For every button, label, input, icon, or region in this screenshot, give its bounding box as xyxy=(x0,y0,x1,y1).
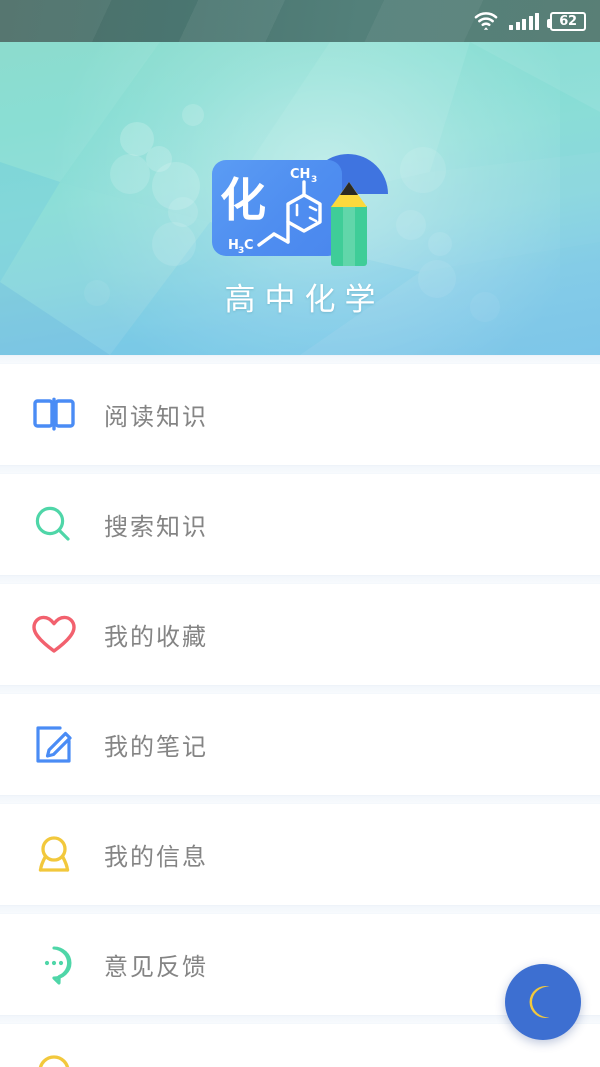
user-icon xyxy=(26,827,82,883)
app-screen: 62 化 CH 3 H 3 C 高中化学 阅读知识 搜索知识 我的收藏 我的笔记… xyxy=(0,0,600,1067)
status-bar: 62 xyxy=(0,0,600,42)
menu-item-label: 我的笔记 xyxy=(104,733,208,761)
svg-text:CH: CH xyxy=(290,167,310,182)
list-divider xyxy=(0,685,600,694)
app-logo: 化 CH 3 H 3 C xyxy=(212,154,388,266)
menu-list: 阅读知识 搜索知识 我的收藏 我的笔记 我的信息 意见反馈 xyxy=(0,355,600,1067)
heart-icon xyxy=(26,607,82,663)
menu-item-label: 我的收藏 xyxy=(104,623,208,651)
menu-item-search-knowledge[interactable]: 搜索知识 xyxy=(0,474,600,575)
menu-item-label: 搜索知识 xyxy=(104,513,208,541)
list-divider xyxy=(0,795,600,804)
night-mode-button[interactable] xyxy=(505,964,581,1040)
menu-item-my-favorites[interactable]: 我的收藏 xyxy=(0,584,600,685)
logo-pencil xyxy=(331,166,367,266)
menu-item-label: 阅读知识 xyxy=(104,403,208,431)
logo-char: 化 xyxy=(220,173,266,227)
menu-item-my-notes[interactable]: 我的笔记 xyxy=(0,694,600,795)
chat-icon xyxy=(26,937,82,993)
header-banner: 化 CH 3 H 3 C 高中化学 xyxy=(0,42,600,355)
menu-item-my-information[interactable]: 我的信息 xyxy=(0,804,600,905)
list-divider xyxy=(0,575,600,584)
wifi-icon xyxy=(474,12,498,30)
list-divider xyxy=(0,905,600,914)
logo-chemistry-graphic: 化 CH 3 H 3 C xyxy=(220,167,322,256)
menu-item-partial[interactable] xyxy=(0,1024,600,1067)
page-title: 高中化学 xyxy=(224,282,385,318)
bokeh-circle xyxy=(182,104,204,126)
list-divider xyxy=(0,355,600,364)
menu-item-label: 我的信息 xyxy=(104,843,208,871)
menu-item-label: 意见反馈 xyxy=(104,953,208,981)
svg-text:3: 3 xyxy=(311,175,317,185)
moon-icon xyxy=(529,986,550,1018)
signal-bars-icon xyxy=(509,12,539,30)
list-divider xyxy=(0,465,600,474)
battery-icon: 62 xyxy=(547,11,586,31)
menu-item-read-knowledge[interactable]: 阅读知识 xyxy=(0,364,600,465)
battery-level: 62 xyxy=(559,13,577,29)
partial-icon xyxy=(26,1026,82,1067)
book-icon xyxy=(26,387,82,443)
edit-icon xyxy=(26,717,82,773)
svg-text:C: C xyxy=(244,238,254,253)
search-icon xyxy=(26,497,82,553)
